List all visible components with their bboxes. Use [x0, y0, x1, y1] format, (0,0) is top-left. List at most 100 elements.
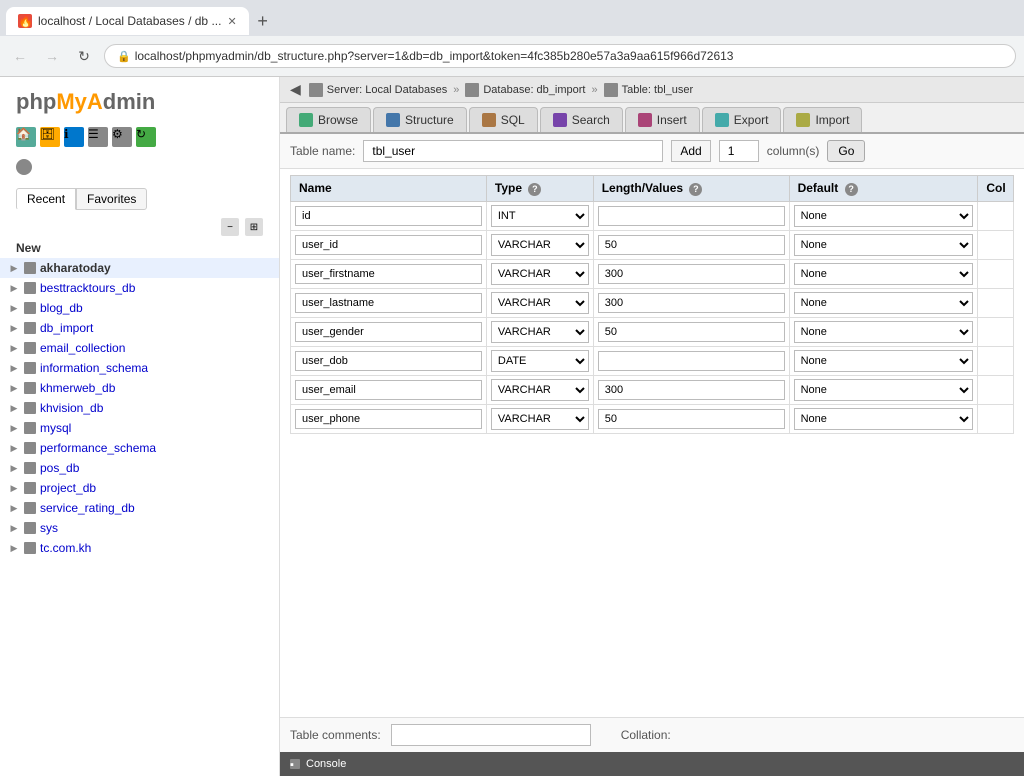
settings-icon[interactable]: ⚙	[112, 127, 132, 147]
expand-icon[interactable]: ▶	[8, 542, 20, 554]
sidebar-item-tc.com.kh[interactable]: ▶ tc.com.kh	[0, 538, 279, 558]
sidebar-item-db_import[interactable]: ▶ db_import	[0, 318, 279, 338]
db-link[interactable]: project_db	[40, 481, 96, 495]
tab-sql[interactable]: SQL	[469, 107, 538, 132]
tab-browse[interactable]: Browse	[286, 107, 371, 132]
field-name-input[interactable]	[295, 380, 482, 400]
sidebar-item-sys[interactable]: ▶ sys	[0, 518, 279, 538]
length-help-icon[interactable]: ?	[689, 183, 702, 196]
expand-icon[interactable]: ▶	[8, 442, 20, 454]
add-button[interactable]: Add	[671, 140, 710, 162]
refresh-button[interactable]: ↻	[72, 44, 96, 68]
tab-favorites[interactable]: Favorites	[76, 188, 147, 210]
add-columns-input[interactable]	[719, 140, 759, 162]
sidebar-item-email_collection[interactable]: ▶ email_collection	[0, 338, 279, 358]
link-button[interactable]: ⊞	[245, 218, 263, 236]
default-select[interactable]: NoneCURRENT_TIMESTAMPNULLAs defined	[794, 263, 974, 285]
db-link[interactable]: tc.com.kh	[40, 541, 91, 555]
type-select[interactable]: INTVARCHARTEXTDATEDATETIMEFLOATDOUBLETIN…	[491, 350, 589, 372]
sidebar-item-project_db[interactable]: ▶ project_db	[0, 478, 279, 498]
url-bar[interactable]: 🔒 localhost/phpmyadmin/db_structure.php?…	[104, 44, 1016, 68]
field-name-input[interactable]	[295, 206, 482, 226]
db-link[interactable]: besttracktours_db	[40, 281, 135, 295]
type-select[interactable]: INTVARCHARTEXTDATEDATETIMEFLOATDOUBLETIN…	[491, 321, 589, 343]
sidebar-item-khvision_db[interactable]: ▶ khvision_db	[0, 398, 279, 418]
tab-search[interactable]: Search	[540, 107, 623, 132]
field-name-input[interactable]	[295, 293, 482, 313]
length-input[interactable]	[598, 380, 785, 400]
sync-icon[interactable]: ↻	[136, 127, 156, 147]
db-link[interactable]: db_import	[40, 321, 93, 335]
default-select[interactable]: NoneCURRENT_TIMESTAMPNULLAs defined	[794, 408, 974, 430]
length-input[interactable]	[598, 235, 785, 255]
expand-icon[interactable]: ▶	[8, 462, 20, 474]
type-select[interactable]: INTVARCHARTEXTDATEDATETIMEFLOATDOUBLETIN…	[491, 408, 589, 430]
default-select[interactable]: NoneCURRENT_TIMESTAMPNULLAs defined	[794, 234, 974, 256]
sidebar-item-information_schema[interactable]: ▶ information_schema	[0, 358, 279, 378]
console-bar[interactable]: ▪ Console	[280, 752, 1024, 776]
back-button[interactable]: ←	[8, 44, 32, 68]
type-select[interactable]: INTVARCHARTEXTDATEDATETIMEFLOATDOUBLETIN…	[491, 292, 589, 314]
forward-button[interactable]: →	[40, 44, 64, 68]
sidebar-item-pos_db[interactable]: ▶ pos_db	[0, 458, 279, 478]
length-input[interactable]	[598, 409, 785, 429]
tab-structure[interactable]: Structure	[373, 107, 467, 132]
expand-icon[interactable]: ▶	[8, 482, 20, 494]
list-icon[interactable]: ☰	[88, 127, 108, 147]
db-link[interactable]: service_rating_db	[40, 501, 135, 515]
db-link[interactable]: akharatoday	[40, 261, 111, 275]
type-help-icon[interactable]: ?	[528, 183, 541, 196]
expand-icon[interactable]: ▶	[8, 342, 20, 354]
length-input[interactable]	[598, 322, 785, 342]
db-link[interactable]: khmerweb_db	[40, 381, 115, 395]
breadcrumb-back-button[interactable]: ◀	[290, 81, 301, 98]
expand-icon[interactable]: ▶	[8, 382, 20, 394]
type-select[interactable]: INTVARCHARTEXTDATEDATETIMEFLOATDOUBLETIN…	[491, 263, 589, 285]
tab-recent[interactable]: Recent	[16, 188, 76, 210]
tab-close-button[interactable]: ✕	[227, 15, 236, 28]
length-input[interactable]	[598, 293, 785, 313]
active-tab[interactable]: 🔥 localhost / Local Databases / db ... ✕	[6, 7, 249, 35]
field-name-input[interactable]	[295, 409, 482, 429]
default-select[interactable]: NoneCURRENT_TIMESTAMPNULLAs defined	[794, 350, 974, 372]
expand-icon[interactable]: ▶	[8, 502, 20, 514]
table-comments-input[interactable]	[391, 724, 591, 746]
home-icon[interactable]: 🏠	[16, 127, 36, 147]
new-database-item[interactable]: New	[0, 238, 279, 258]
type-select[interactable]: INTVARCHARTEXTDATEDATETIMEFLOATDOUBLETIN…	[491, 205, 589, 227]
db-link[interactable]: blog_db	[40, 301, 83, 315]
default-select[interactable]: NoneCURRENT_TIMESTAMPNULLAs defined	[794, 292, 974, 314]
expand-icon[interactable]: ▶	[8, 282, 20, 294]
sidebar-item-service_rating_db[interactable]: ▶ service_rating_db	[0, 498, 279, 518]
field-name-input[interactable]	[295, 322, 482, 342]
expand-icon[interactable]: ▶	[8, 522, 20, 534]
expand-icon[interactable]: ▶	[8, 362, 20, 374]
new-tab-button[interactable]: +	[249, 7, 277, 35]
field-name-input[interactable]	[295, 235, 482, 255]
field-name-input[interactable]	[295, 351, 482, 371]
sidebar-item-khmerweb_db[interactable]: ▶ khmerweb_db	[0, 378, 279, 398]
table-name-input[interactable]	[363, 140, 663, 162]
expand-icon[interactable]: ▶	[8, 302, 20, 314]
db-link[interactable]: mysql	[40, 421, 71, 435]
length-input[interactable]	[598, 206, 785, 226]
type-select[interactable]: INTVARCHARTEXTDATEDATETIMEFLOATDOUBLETIN…	[491, 379, 589, 401]
length-input[interactable]	[598, 264, 785, 284]
default-select[interactable]: NoneCURRENT_TIMESTAMPNULLAs defined	[794, 205, 974, 227]
expand-icon[interactable]: ▶	[8, 262, 20, 274]
db-link[interactable]: performance_schema	[40, 441, 156, 455]
sidebar-item-akharatoday[interactable]: ▶ akharatoday	[0, 258, 279, 278]
sidebar-item-besttracktours_db[interactable]: ▶ besttracktours_db	[0, 278, 279, 298]
sidebar-item-performance_schema[interactable]: ▶ performance_schema	[0, 438, 279, 458]
collapse-button[interactable]: −	[221, 218, 239, 236]
db-link[interactable]: khvision_db	[40, 401, 103, 415]
db-link[interactable]: information_schema	[40, 361, 148, 375]
sidebar-item-mysql[interactable]: ▶ mysql	[0, 418, 279, 438]
default-help-icon[interactable]: ?	[845, 183, 858, 196]
db-link[interactable]: pos_db	[40, 461, 79, 475]
length-input[interactable]	[598, 351, 785, 371]
db-link[interactable]: sys	[40, 521, 58, 535]
expand-icon[interactable]: ▶	[8, 422, 20, 434]
tab-export[interactable]: Export	[702, 107, 782, 132]
tab-import[interactable]: Import	[783, 107, 862, 132]
